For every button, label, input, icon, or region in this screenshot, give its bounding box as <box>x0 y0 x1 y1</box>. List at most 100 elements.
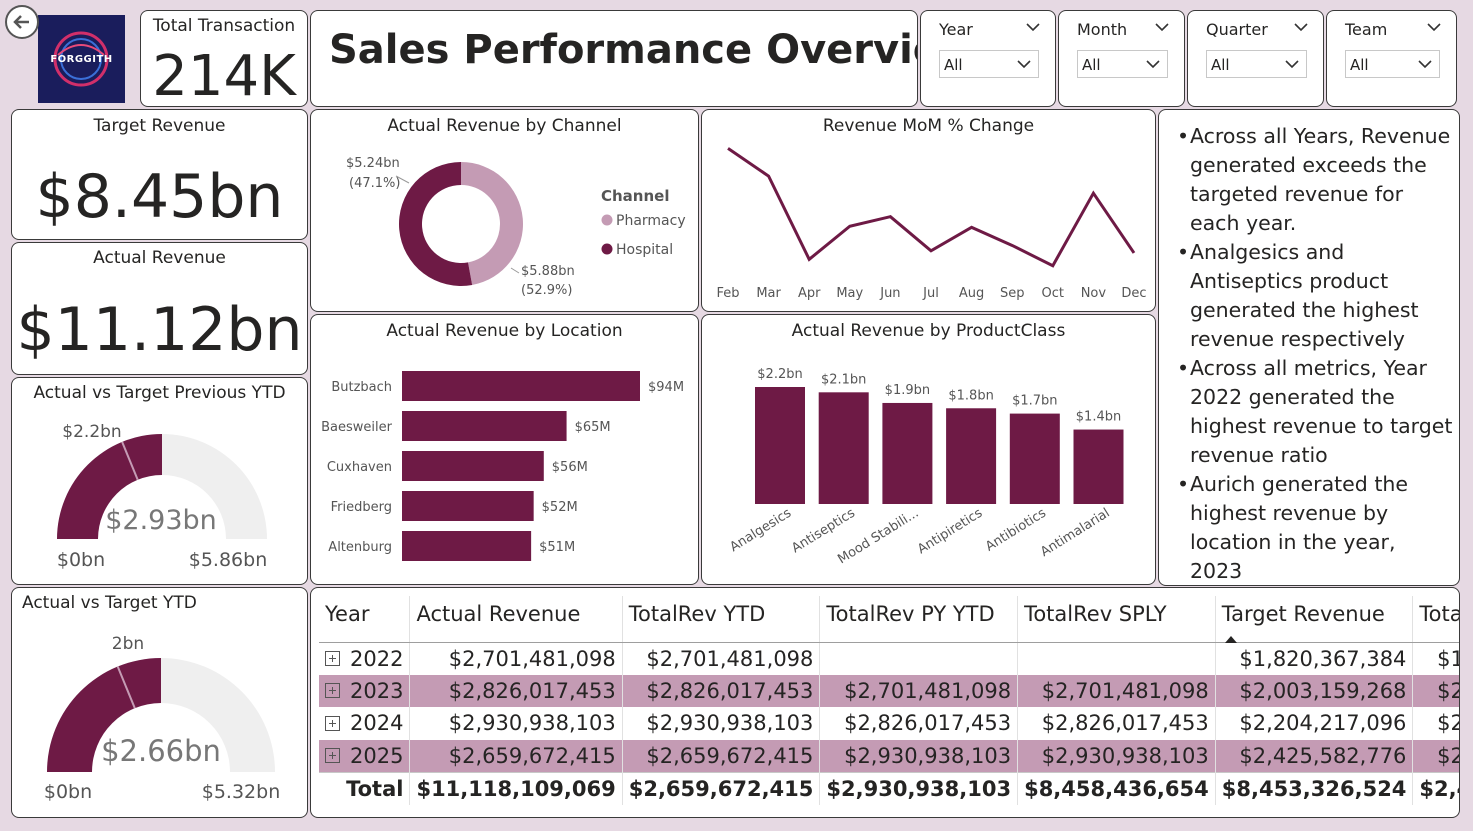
chevron-down-icon[interactable] <box>1426 21 1442 33</box>
total-transaction-card: Total Transaction 214K <box>140 10 308 107</box>
channel-donut-chart: $5.24bn (47.1%) $5.88bn (52.9%) Channel … <box>346 156 686 298</box>
location-bar[interactable] <box>402 491 534 521</box>
legend-title: Channel <box>601 187 669 205</box>
x-tick-label: Dec <box>1121 286 1146 301</box>
insight-item: Across all metrics, Year 2022 generated … <box>1177 354 1453 470</box>
x-tick-label: Antimalarial <box>1038 506 1113 560</box>
chevron-down-icon[interactable] <box>1293 21 1309 33</box>
productclass-bar[interactable] <box>882 402 933 504</box>
donut-label-pharmacy: $5.24bn <box>346 156 400 171</box>
gauge-previous-ytd: $2.2bn $2.93bn $0bn $5.86bn <box>57 422 267 571</box>
location-bar[interactable] <box>402 531 532 561</box>
target-revenue-card: Target Revenue $8.45bn <box>11 109 308 240</box>
target-revenue-label: Target Revenue <box>93 116 226 136</box>
bar-data-label: $1.4bn <box>1076 410 1121 425</box>
y-tick-label: Friedberg <box>331 500 392 515</box>
team-slicer[interactable]: Team All <box>1326 10 1457 107</box>
location-bar-chart: Butzbach $94M Baesweiler $65M Cuxhaven $56M Fr… <box>321 371 684 561</box>
col-header-actual-revenue[interactable]: Actual Revenue <box>409 596 623 643</box>
cell-total-targ-ytd: $1,820,367,384 <box>1437 646 1459 671</box>
table-total-row: Total $11,118,109,069 $2,659,672,415 $2,930… <box>319 771 1459 805</box>
team-slicer-label: Team <box>1345 20 1388 39</box>
leader-line <box>510 267 520 274</box>
table-row[interactable]: 2022 $2,701,481,098 $2,701,481,098 $1,820,3… <box>319 642 1459 675</box>
month-slicer-label: Month <box>1077 20 1128 39</box>
month-slicer[interactable]: Month All <box>1058 10 1185 107</box>
year-slicer[interactable]: Year All <box>920 10 1056 107</box>
x-tick-label: May <box>836 286 863 301</box>
col-header-target-revenue[interactable]: Target Revenue <box>1215 596 1414 644</box>
productclass-bar[interactable] <box>755 387 805 504</box>
page-title: Sales Performance Overview <box>329 27 918 73</box>
table-row[interactable]: 2025 $2,659,672,415 $2,659,672,415 $2,930,9… <box>319 739 1459 772</box>
total-total-targ-ytd: $2,425,582,776 <box>1412 771 1459 805</box>
sort-ascending-icon[interactable] <box>1224 634 1238 644</box>
productclass-bar[interactable] <box>818 392 869 504</box>
quarter-dropdown-value: All <box>1211 56 1230 74</box>
donut-slice-pharmacy[interactable] <box>461 162 523 285</box>
insight-item: Analgesics and Antiseptics product gener… <box>1177 238 1453 354</box>
location-bar[interactable] <box>402 411 567 441</box>
location-bar[interactable] <box>402 371 640 401</box>
mom-series-line[interactable] <box>727 147 1136 268</box>
expand-plus-icon[interactable] <box>325 748 340 763</box>
cell-totalrev-sply: $2,930,938,103 <box>1017 739 1216 772</box>
expand-plus-icon[interactable] <box>325 651 340 666</box>
gauge-max-label: $5.32bn <box>202 781 281 803</box>
team-dropdown[interactable]: All <box>1345 50 1440 78</box>
table-row[interactable]: 2023 $2,826,017,453 $2,826,017,453 $2,701,4… <box>319 674 1459 707</box>
col-header-totalrev-py-ytd[interactable]: TotalRev PY YTD <box>819 596 1019 643</box>
col-header-totalrev-sply[interactable]: TotalRev SPLY <box>1017 596 1216 643</box>
x-tick-label: Aug <box>959 286 984 301</box>
cell-target-revenue: $2,425,582,776 <box>1215 739 1414 772</box>
company-logo: FORGGITH <box>38 15 125 103</box>
productclass-bar[interactable] <box>1009 413 1060 504</box>
x-tick-label: Antipiretics <box>915 506 985 558</box>
channel-donut-card: Actual Revenue by Channel $5.24bn (47.1%… <box>310 109 699 312</box>
quarter-slicer-label: Quarter <box>1206 20 1268 39</box>
year-dropdown[interactable]: All <box>939 50 1039 78</box>
total-totalrev-py-ytd: $2,930,938,103 <box>819 771 1019 805</box>
quarter-dropdown[interactable]: All <box>1206 50 1307 78</box>
col-header-totalrev-ytd[interactable]: TotalRev YTD <box>622 596 821 643</box>
bar-data-label: $65M <box>575 420 611 435</box>
x-tick-label: Jul <box>922 286 939 301</box>
x-tick-label: Oct <box>1042 286 1064 301</box>
quarter-slicer[interactable]: Quarter All <box>1187 10 1324 107</box>
chevron-down-icon[interactable] <box>1025 21 1041 33</box>
cell-totalrev-py-ytd: $2,701,481,098 <box>819 674 1019 707</box>
gauge-value-label: $2.66bn <box>101 734 221 768</box>
legend-item-pharmacy[interactable]: Pharmacy <box>616 213 686 229</box>
x-tick-label: Nov <box>1081 286 1107 301</box>
gauge-target-label: 2bn <box>112 634 144 654</box>
bar-data-label: $56M <box>552 460 588 475</box>
productclass-bar[interactable] <box>946 408 997 504</box>
productclass-bar[interactable] <box>1073 429 1124 504</box>
expand-plus-icon[interactable] <box>325 683 340 699</box>
table-row[interactable]: 2024 $2,930,938,103 $2,930,938,103 $2,826,0… <box>319 707 1459 740</box>
gauge-value-label: $2.93bn <box>105 505 217 536</box>
col-header-year[interactable]: Year <box>319 596 411 643</box>
insight-item: Aurich generated the highest revenue by … <box>1177 470 1453 585</box>
back-button[interactable] <box>5 5 39 39</box>
cell-totalrev-ytd: $2,701,481,098 <box>622 642 821 675</box>
legend-item-hospital[interactable]: Hospital <box>616 242 673 258</box>
cell-totalrev-sply: $2,826,017,453 <box>1017 707 1216 740</box>
year-value: 2024 <box>350 711 404 736</box>
col-header-total-targ-ytd[interactable]: Total Targ YTD <box>1412 596 1459 643</box>
cell-total-targ-ytd: $2,425,582,776 <box>1412 739 1459 772</box>
chevron-down-icon[interactable] <box>1154 21 1170 33</box>
cell-totalrev-ytd: $2,826,017,453 <box>622 674 821 707</box>
expand-plus-icon[interactable] <box>325 715 340 731</box>
bar-data-label: $2.2bn <box>757 367 802 382</box>
cell-totalrev-py-ytd: $2,826,017,453 <box>819 707 1019 740</box>
year-value: 2023 <box>350 678 404 703</box>
chevron-down-icon <box>1017 60 1031 69</box>
location-bar[interactable] <box>402 451 544 481</box>
month-dropdown[interactable]: All <box>1077 50 1168 78</box>
x-tick-label: Feb <box>716 286 739 301</box>
total-transaction-label: Total Transaction <box>152 16 296 36</box>
donut-label-hospital: $5.88bn <box>521 264 575 279</box>
target-revenue-value: $8.45bn <box>35 162 284 232</box>
year-value: 2025 <box>350 743 404 768</box>
